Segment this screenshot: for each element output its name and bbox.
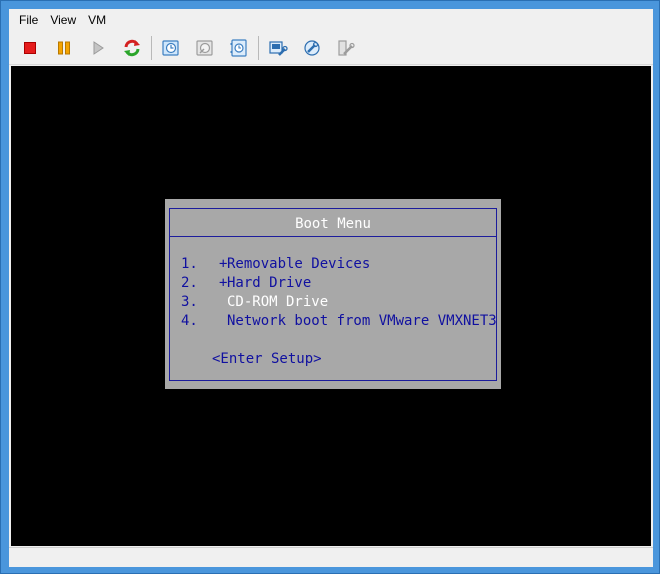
power-on-button[interactable] (85, 35, 111, 61)
status-bar (9, 547, 653, 567)
vm-settings-button[interactable] (265, 35, 291, 61)
menu-view[interactable]: View (44, 11, 82, 29)
install-tools-button[interactable] (299, 35, 325, 61)
vm-window: File View VM Boot Menu 1. +Removable Dev… (0, 0, 660, 574)
menu-bar: File View VM (9, 9, 653, 31)
stop-icon (24, 41, 36, 54)
toolbar-separator (258, 35, 259, 60)
boot-option-list: 1. +Removable Devices 2. +Hard Drive 3. CD-… (181, 255, 497, 331)
boot-option-network-boot[interactable]: 4. Network boot from VMware VMXNET3 (181, 312, 497, 331)
snapshot-manager-icon (230, 38, 247, 57)
power-off-button[interactable] (17, 35, 43, 61)
reset-button[interactable] (119, 35, 145, 61)
boot-option-number: 3. (181, 294, 198, 310)
expand-marker: + (219, 256, 228, 272)
menu-vm[interactable]: VM (82, 11, 112, 29)
vm-console-screen[interactable]: Boot Menu 1. +Removable Devices 2. +Hard D… (11, 66, 651, 546)
boot-menu-frame: Boot Menu 1. +Removable Devices 2. +Hard D… (169, 208, 497, 381)
vm-tools-icon (338, 39, 355, 56)
window-client-area: File View VM Boot Menu 1. +Removable Dev… (9, 9, 653, 567)
take-snapshot-button[interactable] (158, 35, 184, 61)
boot-option-hard-drive[interactable]: 2. +Hard Drive (181, 274, 491, 293)
enter-setup-option[interactable]: <Enter Setup> (212, 351, 322, 367)
boot-menu-title: Boot Menu (170, 209, 496, 237)
boot-option-label: Hard Drive (227, 275, 312, 291)
revert-snapshot-button[interactable] (192, 35, 218, 61)
play-icon (93, 40, 104, 55)
boot-menu-panel: Boot Menu 1. +Removable Devices 2. +Hard D… (165, 199, 501, 389)
vm-tools-button[interactable] (333, 35, 359, 61)
snapshot-manager-button[interactable] (226, 35, 252, 61)
boot-option-label: Network boot from VMware VMXNET3 (227, 313, 497, 329)
menu-file[interactable]: File (13, 11, 44, 29)
boot-option-number: 4. (181, 313, 198, 329)
toolbar-separator (151, 35, 152, 60)
toolbar (9, 31, 653, 65)
suspend-button[interactable] (51, 35, 77, 61)
boot-option-label: Removable Devices (227, 256, 371, 272)
boot-option-label: CD-ROM Drive (227, 294, 329, 310)
reset-icon (124, 39, 140, 56)
tools-install-icon (304, 39, 320, 56)
boot-option-removable-devices[interactable]: 1. +Removable Devices (181, 255, 491, 274)
boot-option-number: 1. (181, 256, 198, 272)
expand-marker: + (219, 275, 228, 291)
vm-settings-icon (269, 40, 288, 56)
snapshot-take-icon (162, 39, 179, 56)
snapshot-revert-icon (196, 39, 213, 56)
boot-option-number: 2. (181, 275, 198, 291)
pause-icon (58, 41, 70, 54)
boot-option-cd-rom-drive[interactable]: 3. CD-ROM Drive (181, 293, 491, 312)
